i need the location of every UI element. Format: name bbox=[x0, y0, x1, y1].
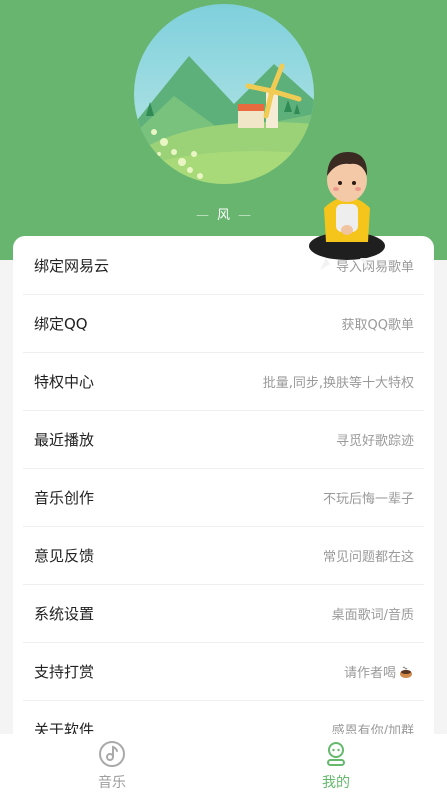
menu-item-feedback[interactable]: 意见反馈 常见问题都在这 bbox=[23, 527, 424, 585]
donate-hint-text: 请作者喝 bbox=[343, 666, 396, 681]
menu-item-privilege-center[interactable]: 特权中心 批量,同步,换肤等十大特权 bbox=[23, 353, 424, 411]
nickname-dash-right: — bbox=[238, 208, 251, 223]
menu-item-hint: 批量,同步,换肤等十大特权 bbox=[262, 376, 414, 391]
music-disc-icon bbox=[99, 741, 125, 767]
menu-item-hint: 桌面歌词/音质 bbox=[331, 608, 414, 623]
nickname-dash-left: — bbox=[195, 208, 209, 223]
menu-item-label: 绑定QQ bbox=[34, 315, 88, 333]
tab-mine[interactable]: 我的 bbox=[224, 734, 447, 795]
menu-item-settings[interactable]: 系统设置 桌面歌词/音质 bbox=[23, 585, 424, 643]
profile-avatar[interactable] bbox=[134, 4, 314, 184]
menu-item-recent-play[interactable]: 最近播放 寻觅好歌踪迹 bbox=[23, 411, 424, 469]
menu-item-bind-qq[interactable]: 绑定QQ 获取QQ歌单 bbox=[23, 295, 424, 353]
menu-item-hint: 常见问题都在这 bbox=[322, 550, 414, 565]
tab-music-label: 音乐 bbox=[98, 775, 126, 791]
coffee-icon bbox=[400, 666, 412, 678]
menu-item-hint: 不玩后悔一辈子 bbox=[322, 492, 414, 507]
menu-item-music-creation[interactable]: 音乐创作 不玩后悔一辈子 bbox=[23, 469, 424, 527]
menu-item-label: 支持打赏 bbox=[34, 663, 95, 681]
tab-music[interactable]: 音乐 bbox=[0, 734, 224, 795]
menu-item-label: 音乐创作 bbox=[34, 489, 95, 507]
bottom-tab-bar: 音乐 我的 bbox=[0, 734, 447, 795]
menu-item-hint: 寻觅好歌踪迹 bbox=[335, 434, 414, 449]
menu-item-label: 特权中心 bbox=[34, 373, 95, 391]
nickname-text: 风 bbox=[216, 208, 230, 223]
menu-item-label: 系统设置 bbox=[34, 605, 95, 623]
tab-mine-label: 我的 bbox=[322, 775, 350, 791]
menu-item-hint: 请作者喝 bbox=[344, 662, 424, 681]
menu-item-label: 意见反馈 bbox=[34, 547, 95, 565]
menu-card: 绑定网易云 导入网易歌单 绑定QQ 获取QQ歌单 特权中心 批量,同步,换肤等十… bbox=[13, 236, 434, 756]
menu-item-donate[interactable]: 支持打赏 请作者喝 bbox=[23, 643, 424, 701]
mascot-character-icon bbox=[309, 152, 385, 270]
menu-item-label: 绑定网易云 bbox=[34, 256, 110, 275]
menu-item-hint: 获取QQ歌单 bbox=[341, 318, 414, 333]
menu-item-label: 最近播放 bbox=[34, 431, 95, 449]
user-profile-icon bbox=[327, 742, 345, 766]
